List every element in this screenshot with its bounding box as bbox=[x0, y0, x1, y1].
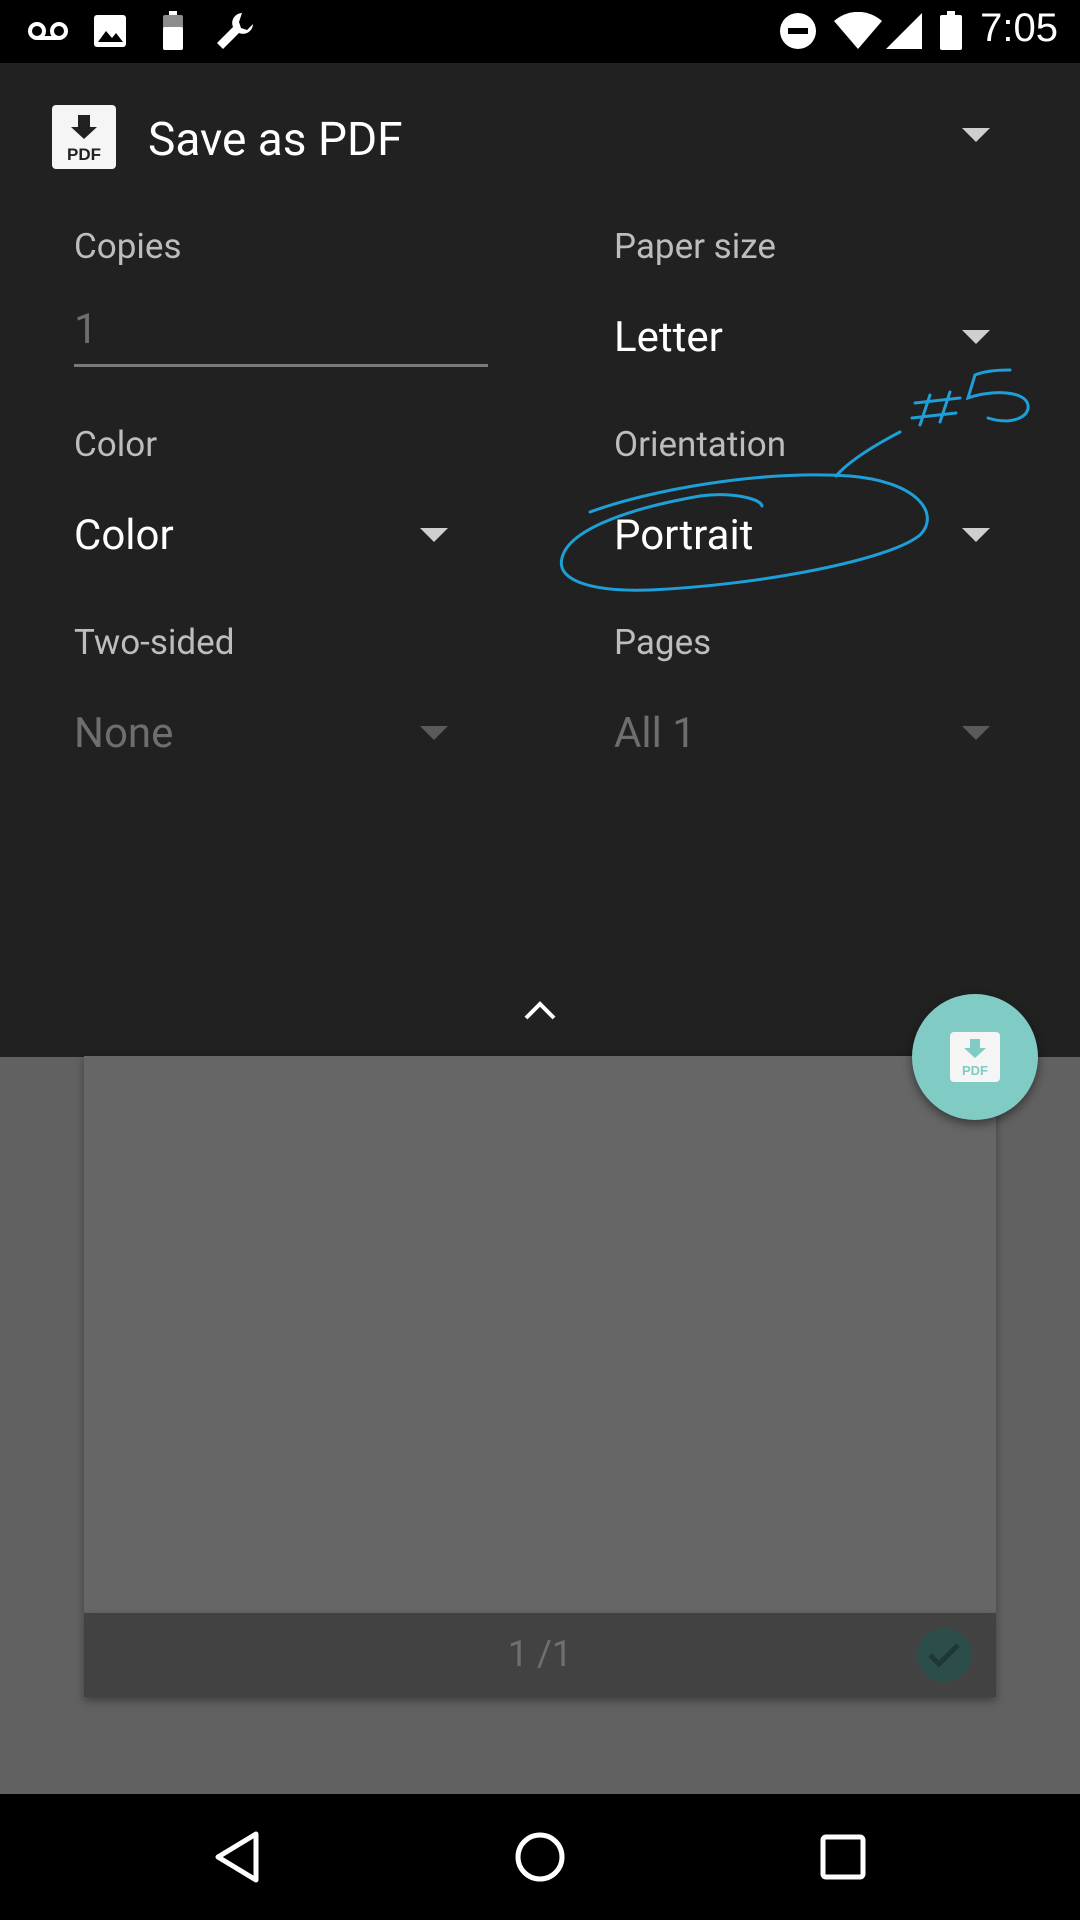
battery-icon bbox=[938, 10, 964, 52]
pages-label: Pages bbox=[614, 622, 712, 663]
chevron-down-icon[interactable] bbox=[420, 725, 448, 744]
chevron-down-icon[interactable] bbox=[962, 329, 990, 348]
paper-size-select[interactable]: Letter bbox=[614, 313, 723, 362]
printer-name: Save as PDF bbox=[148, 113, 403, 167]
two-sided-label: Two-sided bbox=[74, 622, 235, 663]
voicemail-icon bbox=[26, 10, 70, 52]
chevron-down-icon[interactable] bbox=[420, 527, 448, 546]
back-icon[interactable] bbox=[202, 1822, 272, 1892]
chevron-down-icon bbox=[962, 127, 990, 146]
preview-page[interactable] bbox=[84, 1056, 996, 1613]
copies-label: Copies bbox=[74, 226, 182, 267]
copies-underline bbox=[74, 364, 488, 367]
color-label: Color bbox=[74, 424, 158, 465]
orientation-label: Orientation bbox=[614, 424, 787, 465]
collapse-options-button[interactable] bbox=[520, 994, 560, 1024]
orientation-select[interactable]: Portrait bbox=[614, 511, 753, 560]
svg-text:PDF: PDF bbox=[962, 1063, 988, 1078]
copies-input[interactable]: 1 bbox=[74, 305, 98, 354]
color-select[interactable]: Color bbox=[74, 511, 174, 560]
battery-saver-icon bbox=[160, 10, 186, 52]
chevron-down-icon[interactable] bbox=[962, 725, 990, 744]
image-icon bbox=[92, 10, 128, 52]
preview-page-footer: 1 /1 bbox=[84, 1613, 996, 1697]
chevron-down-icon[interactable] bbox=[962, 527, 990, 546]
chevron-up-icon bbox=[524, 1001, 556, 1020]
wifi-icon bbox=[832, 10, 884, 52]
do-not-disturb-icon bbox=[778, 10, 818, 52]
printer-selector[interactable]: PDF Save as PDF bbox=[0, 63, 1080, 213]
recents-icon[interactable] bbox=[808, 1822, 878, 1892]
print-options-panel: PDF Save as PDF Copies 1 Paper size Lett… bbox=[0, 63, 1080, 1057]
two-sided-select[interactable]: None bbox=[74, 709, 173, 758]
pages-select[interactable]: All 1 bbox=[614, 709, 696, 758]
signal-icon bbox=[884, 10, 924, 52]
pdf-download-icon: PDF bbox=[950, 1032, 1000, 1082]
wrench-icon bbox=[212, 10, 258, 52]
home-icon[interactable] bbox=[505, 1822, 575, 1892]
svg-text:PDF: PDF bbox=[67, 145, 101, 164]
pdf-download-icon: PDF bbox=[52, 105, 116, 169]
paper-size-label: Paper size bbox=[614, 226, 776, 267]
page-selected-check-icon[interactable] bbox=[917, 1628, 971, 1682]
status-bar: 7:05 bbox=[0, 0, 1080, 63]
status-time: 7:05 bbox=[980, 6, 1058, 50]
navigation-bar bbox=[0, 1794, 1080, 1920]
save-pdf-button[interactable]: PDF bbox=[912, 994, 1038, 1120]
page-number: 1 /1 bbox=[507, 1633, 573, 1675]
